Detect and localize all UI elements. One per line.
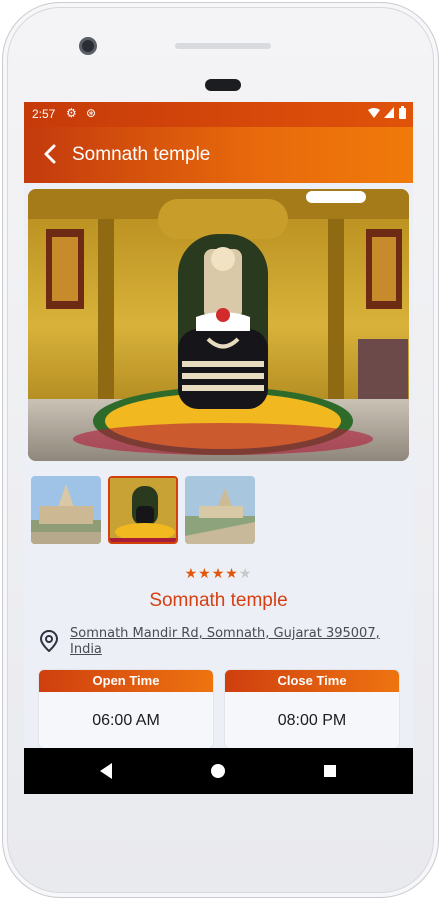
star-icon: ★ <box>225 566 239 582</box>
settings-icon: ⚙ <box>66 106 77 120</box>
close-time-value: 08:00 PM <box>277 712 347 729</box>
star-icon: ★ <box>198 566 212 582</box>
star-empty-icon: ★ <box>238 566 253 582</box>
open-time-value: 06:00 AM <box>92 712 160 729</box>
address-line-2: India <box>70 642 102 657</box>
hero-image[interactable] <box>28 189 409 461</box>
nav-home-icon[interactable] <box>188 748 248 794</box>
gallery-thumb-1[interactable] <box>31 476 101 544</box>
open-time-card: Open Time 06:00 AM <box>38 669 214 749</box>
close-time-card: Close Time 08:00 PM <box>224 669 400 749</box>
nav-back-icon[interactable] <box>76 748 136 794</box>
back-arrow-icon[interactable] <box>40 143 62 165</box>
signal-icon <box>384 107 394 118</box>
data-saver-icon: ⊛ <box>86 106 97 120</box>
rating-stars: ★★★★★ <box>24 566 413 582</box>
location-pin-icon <box>40 630 58 652</box>
gallery-thumb-2[interactable] <box>108 476 178 544</box>
screen: 2:57 ⚙ ⊛ Somnath temple ★★★★★ Somnath te… <box>24 102 413 794</box>
open-time-label: Open Time <box>39 670 213 692</box>
navigation-bar <box>24 748 413 794</box>
place-title: Somnath temple <box>149 590 288 611</box>
status-time: 2:57 <box>32 107 56 121</box>
earpiece-speaker <box>175 43 271 49</box>
app-bar: Somnath temple <box>24 127 413 183</box>
status-bar: 2:57 ⚙ ⊛ <box>24 102 413 127</box>
battery-icon <box>399 106 406 119</box>
address-line-1: Somnath Mandir Rd, Somnath, Gujarat 3950… <box>70 626 380 641</box>
proximity-sensor <box>205 79 241 91</box>
page-title: Somnath temple <box>72 144 211 165</box>
star-icon: ★ <box>184 566 199 582</box>
address-link[interactable]: Somnath Mandir Rd, Somnath, Gujarat 3950… <box>70 626 400 658</box>
gallery-thumb-3[interactable] <box>185 476 255 544</box>
wifi-icon <box>368 108 380 118</box>
nav-recents-icon[interactable] <box>300 748 360 794</box>
close-time-label: Close Time <box>225 670 399 692</box>
star-icon: ★ <box>211 566 226 582</box>
front-camera <box>79 37 97 55</box>
